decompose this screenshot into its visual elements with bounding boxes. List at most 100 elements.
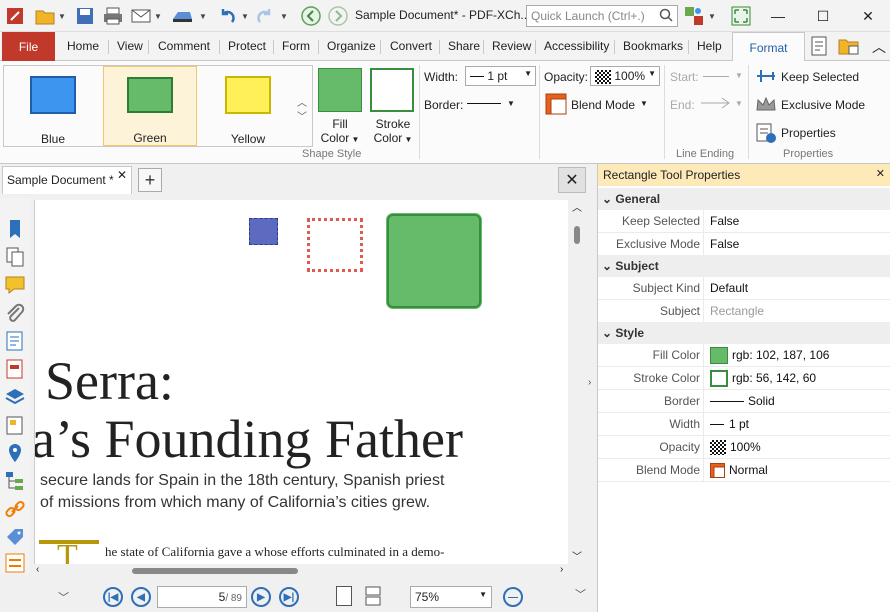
links-icon[interactable] [4, 498, 26, 520]
compare-icon[interactable] [4, 552, 26, 574]
folder-options-icon[interactable] [837, 35, 859, 57]
chevron-down-icon[interactable]: ▼ [507, 99, 515, 108]
forward-icon[interactable] [327, 5, 349, 27]
property-row-subject[interactable]: Subject Rectangle [598, 300, 890, 323]
keep-selected-button[interactable]: Keep Selected [781, 70, 859, 84]
chevron-down-icon[interactable]: ﹀ [58, 589, 69, 605]
first-page-button[interactable]: |◀ [103, 587, 123, 607]
menu-organize[interactable]: Organize [327, 39, 376, 53]
back-icon[interactable] [300, 5, 322, 27]
menu-help[interactable]: Help [697, 39, 722, 53]
gallery-scroll[interactable]: ︿ ﹀ [297, 97, 307, 125]
signatures-icon[interactable] [4, 526, 26, 548]
menu-protect[interactable]: Protect [228, 39, 266, 53]
blend-mode-button[interactable]: Blend Mode [571, 98, 635, 112]
property-value[interactable]: False [710, 214, 739, 228]
vertical-scrollbar[interactable]: ︿ ﹀ [570, 200, 584, 564]
property-value[interactable]: rgb: 102, 187, 106 [732, 348, 829, 362]
minimize-button[interactable]: — [755, 0, 801, 32]
zoom-out-button[interactable]: — [503, 587, 523, 607]
attachments-icon[interactable] [4, 302, 26, 324]
property-value[interactable]: 100% [730, 440, 761, 454]
close-panel-icon[interactable]: ✕ [876, 167, 885, 180]
form-fields-icon[interactable] [4, 358, 26, 380]
stroke-color-icon[interactable] [370, 68, 414, 112]
property-value[interactable]: 1 pt [729, 417, 749, 431]
exclusive-mode-button[interactable]: Exclusive Mode [781, 98, 865, 112]
section-general[interactable]: ⌄ General [598, 188, 890, 210]
property-row-exclusive-mode[interactable]: Exclusive Mode False [598, 233, 890, 256]
bookmarks-icon[interactable] [4, 218, 26, 240]
property-value[interactable]: Rectangle [710, 304, 764, 318]
fill-color-icon[interactable] [318, 68, 362, 112]
vertical-scroll-thumb[interactable] [574, 226, 580, 244]
property-value[interactable]: Solid [748, 394, 775, 408]
next-page-button[interactable]: ▶ [251, 587, 271, 607]
property-row-stroke-color[interactable]: Stroke Color rgb: 56, 142, 60 [598, 367, 890, 390]
scan-icon[interactable] [170, 5, 192, 27]
tags-icon[interactable] [4, 414, 26, 436]
fill-color-swatch[interactable] [710, 347, 728, 364]
print-icon[interactable] [102, 5, 124, 27]
search-icon[interactable] [659, 8, 673, 25]
property-value[interactable]: rgb: 56, 142, 60 [732, 371, 816, 385]
content-icon[interactable] [4, 330, 26, 352]
property-row-subject-kind[interactable]: Subject Kind Default [598, 277, 890, 300]
opacity-dropdown[interactable]: 100% ▼ [590, 66, 660, 86]
zoom-dropdown[interactable]: 75% ▼ [410, 586, 492, 608]
chevron-down-icon[interactable]: ▼ [280, 12, 288, 21]
structure-icon[interactable] [4, 470, 26, 492]
scroll-right-icon[interactable]: › [560, 564, 563, 575]
last-page-button[interactable]: ▶| [279, 587, 299, 607]
tab-format[interactable]: Format [732, 32, 805, 62]
property-row-fill-color[interactable]: Fill Color rgb: 102, 187, 106 [598, 344, 890, 367]
section-subject[interactable]: ⌄ Subject [598, 255, 890, 277]
blend-mode-icon[interactable] [545, 93, 567, 115]
redo-icon[interactable] [254, 5, 276, 27]
chevron-down-icon[interactable]: ▼ [154, 12, 162, 21]
annotation-rectangle-green[interactable] [387, 214, 481, 308]
document-tab[interactable]: Sample Document * ✕ [2, 166, 132, 194]
menu-file[interactable]: File [2, 32, 55, 61]
menu-review[interactable]: Review [492, 39, 531, 53]
menu-form[interactable]: Form [282, 39, 310, 53]
open-folder-icon[interactable] [34, 5, 56, 27]
annotation-square-blue[interactable] [249, 218, 278, 245]
horizontal-scroll-thumb[interactable] [132, 568, 298, 574]
border-style-preview[interactable] [467, 103, 501, 104]
close-window-button[interactable]: ✕ [845, 0, 890, 32]
stroke-color-button[interactable]: Stroke Color ▼ [368, 117, 418, 147]
property-row-width[interactable]: Width 1 pt [598, 413, 890, 436]
property-row-opacity[interactable]: Opacity 100% [598, 436, 890, 459]
chevron-down-icon[interactable]: ▼ [640, 99, 648, 108]
property-row-border[interactable]: Border Solid [598, 390, 890, 413]
document-properties-icon[interactable] [809, 35, 831, 57]
scroll-left-icon[interactable]: ‹ [36, 564, 39, 575]
chevron-down-icon[interactable]: ▼ [58, 12, 66, 21]
menu-convert[interactable]: Convert [390, 39, 432, 53]
horizontal-scrollbar[interactable]: ‹ › [34, 564, 570, 578]
customize-icon[interactable] [683, 5, 705, 27]
menu-home[interactable]: Home [67, 39, 99, 53]
chevron-down-icon[interactable]: ﹀ [575, 586, 586, 602]
close-tab-icon[interactable]: ✕ [117, 168, 127, 182]
destinations-icon[interactable] [4, 442, 26, 464]
page-number-input[interactable]: 5/ 89 [157, 586, 247, 608]
panel-splitter-arrow[interactable]: › [588, 377, 591, 388]
swatch-green[interactable]: Green [103, 66, 197, 146]
layers-icon[interactable] [4, 386, 26, 408]
new-tab-button[interactable]: + [138, 168, 162, 192]
continuous-page-icon[interactable] [365, 586, 381, 606]
menu-accessibility[interactable]: Accessibility [544, 39, 609, 53]
property-value[interactable]: Default [710, 281, 748, 295]
fullscreen-icon[interactable] [730, 5, 752, 27]
single-page-icon[interactable] [336, 586, 352, 606]
width-dropdown[interactable]: 1 pt ▼ [465, 66, 536, 86]
property-row-blend-mode[interactable]: Blend Mode Normal [598, 459, 890, 482]
scroll-up-icon[interactable]: ︿ [572, 199, 582, 214]
email-icon[interactable] [130, 5, 152, 27]
save-icon[interactable] [74, 5, 96, 27]
menu-view[interactable]: View [117, 39, 143, 53]
close-document-button[interactable]: ✕ [558, 167, 586, 193]
menu-share[interactable]: Share [448, 39, 480, 53]
